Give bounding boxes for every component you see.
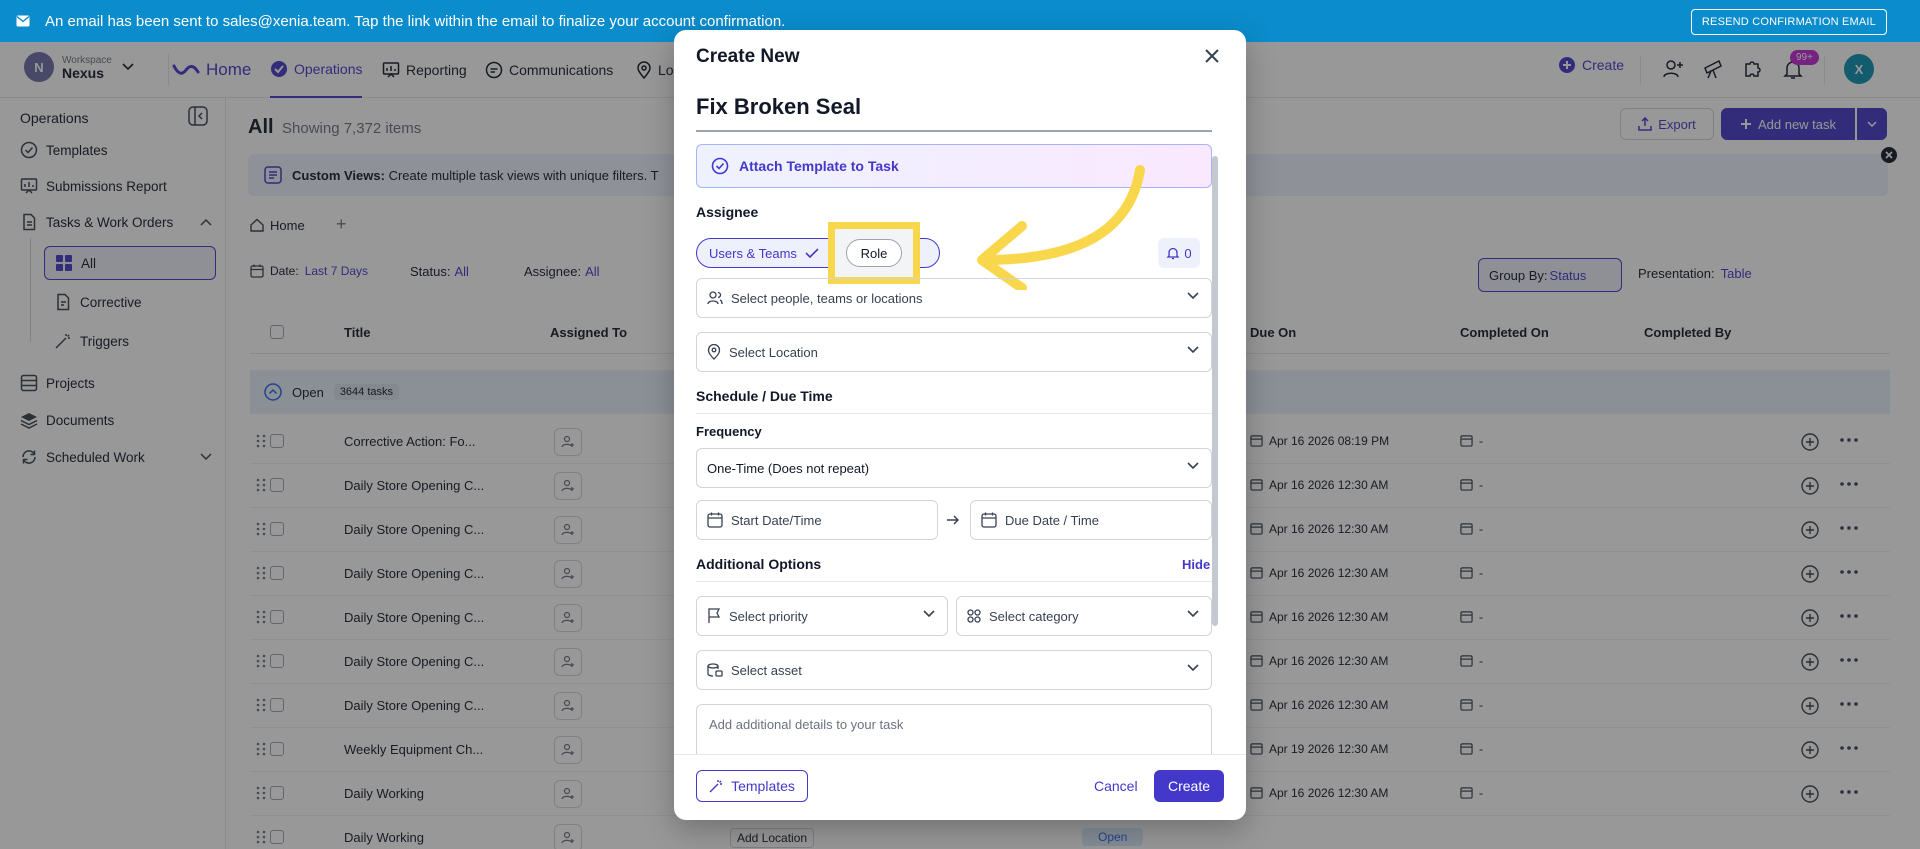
- tab-role[interactable]: Role: [846, 239, 902, 267]
- pointer-arrow-icon: [977, 165, 1145, 290]
- chevron-down-icon: [1187, 462, 1199, 470]
- mail-icon: [16, 15, 30, 27]
- bell-icon: [1166, 246, 1180, 260]
- create-button[interactable]: Create: [1154, 770, 1224, 802]
- chevron-down-icon: [1187, 292, 1199, 300]
- check-icon: [805, 247, 819, 259]
- asset-select[interactable]: Select asset: [696, 650, 1212, 690]
- banner-message: An email has been sent to sales@xenia.te…: [45, 12, 786, 30]
- role-highlight-box: Role: [828, 222, 920, 284]
- priority-select[interactable]: Select priority: [696, 596, 948, 636]
- calendar-icon: [981, 512, 997, 528]
- create-new-modal: Create New Fix Broken Seal Attach Templa…: [674, 30, 1246, 820]
- frequency-select[interactable]: One-Time (Does not repeat): [696, 448, 1212, 488]
- check-circle-outline-icon: [711, 157, 729, 175]
- close-icon[interactable]: [1204, 48, 1220, 64]
- select-people-field[interactable]: Select people, teams or locations: [696, 278, 1212, 318]
- location-pin-icon: [707, 344, 721, 360]
- category-grid-icon: [967, 609, 981, 623]
- start-date-field[interactable]: Start Date/Time: [696, 500, 938, 540]
- users-icon: [707, 291, 723, 305]
- schedule-label: Schedule / Due Time: [696, 388, 833, 404]
- resend-confirmation-button[interactable]: RESEND CONFIRMATION EMAIL: [1690, 9, 1887, 35]
- magic-wand-icon: [709, 779, 723, 793]
- chevron-down-icon: [1187, 346, 1199, 354]
- category-select[interactable]: Select category: [956, 596, 1212, 636]
- modal-title: Create New: [696, 46, 800, 67]
- notify-button[interactable]: 0: [1158, 238, 1200, 268]
- task-title-input[interactable]: Fix Broken Seal: [696, 94, 861, 120]
- additional-options-label: Additional Options: [696, 556, 822, 572]
- cancel-button[interactable]: Cancel: [1094, 778, 1138, 794]
- frequency-label: Frequency: [696, 424, 762, 439]
- chevron-down-icon: [1187, 610, 1199, 618]
- flag-icon: [707, 608, 721, 624]
- assignee-label: Assignee: [696, 204, 759, 220]
- calendar-icon: [707, 512, 723, 528]
- due-date-field[interactable]: Due Date / Time: [970, 500, 1212, 540]
- modal-scrollbar[interactable]: [1212, 148, 1218, 748]
- hide-link[interactable]: Hide: [1182, 557, 1210, 572]
- details-textarea[interactable]: Add additional details to your task: [696, 704, 1212, 754]
- select-location-field[interactable]: Select Location: [696, 332, 1212, 372]
- templates-button[interactable]: Templates: [696, 770, 808, 802]
- chevron-down-icon: [1187, 664, 1199, 672]
- chevron-down-icon: [923, 610, 935, 618]
- asset-icon: [707, 663, 723, 677]
- arrow-right-icon: [946, 514, 960, 526]
